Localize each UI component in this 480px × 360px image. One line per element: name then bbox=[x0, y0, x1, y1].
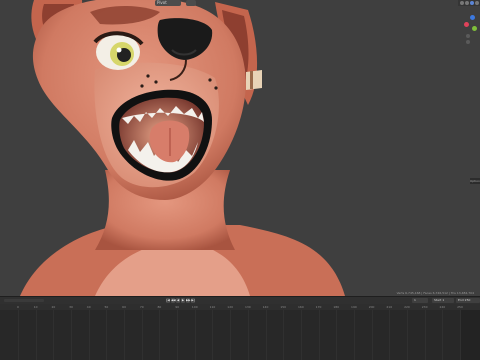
start-value: 1 bbox=[442, 298, 445, 302]
character-render bbox=[20, 0, 345, 296]
ear-ring-stripe bbox=[250, 71, 253, 89]
frame-gridline bbox=[53, 310, 55, 360]
frame-gridline bbox=[177, 310, 179, 360]
material-shading-button[interactable] bbox=[470, 1, 474, 5]
blender-window: Pivot Options Verts 6,745,168 | Faces 6,… bbox=[0, 0, 480, 360]
rendered-shading-button[interactable] bbox=[475, 1, 479, 5]
frame-gridline bbox=[71, 310, 73, 360]
play-icon[interactable]: ▶ bbox=[181, 298, 185, 303]
frame-gridline bbox=[389, 310, 391, 360]
gizmo-y-icon[interactable] bbox=[472, 26, 477, 31]
frame-gridline bbox=[265, 310, 267, 360]
frame-gridline bbox=[406, 310, 408, 360]
wireframe-shading-button[interactable] bbox=[460, 1, 464, 5]
frame-gridline bbox=[194, 310, 196, 360]
end-value: 250 bbox=[464, 298, 471, 302]
frame-gridline bbox=[124, 310, 126, 360]
navigation-gizmo[interactable] bbox=[462, 10, 480, 50]
frame-gridline bbox=[18, 310, 19, 360]
viewport-header: Pivot bbox=[0, 0, 480, 7]
frame-gridline bbox=[336, 310, 338, 360]
frame-gridline bbox=[460, 310, 461, 360]
end-frame-field[interactable]: End 250 bbox=[456, 298, 480, 303]
gizmo-z-icon[interactable] bbox=[470, 15, 475, 20]
frame-gridline bbox=[35, 310, 37, 360]
frame-gridline bbox=[318, 310, 320, 360]
frame-gridline bbox=[424, 310, 426, 360]
frame-gridline bbox=[442, 310, 444, 360]
options-tab[interactable]: Options bbox=[470, 178, 480, 184]
play-reverse-icon[interactable]: ◀ bbox=[176, 298, 180, 303]
shading-mode-group bbox=[458, 0, 480, 6]
scene-statistics: Verts 6,745,168 | Faces 6,746,512 | Tris… bbox=[396, 291, 474, 295]
frame-gridline bbox=[88, 310, 90, 360]
ear-ring-band bbox=[246, 70, 262, 90]
frame-gridline bbox=[300, 310, 302, 360]
frame-gridline bbox=[230, 310, 232, 360]
timeline-editor: |◀ ◀◀ ◀ ▶ ▶▶ ▶| 1 Start 1 End 250 0 10 20 30 40 50… bbox=[0, 296, 480, 360]
frame-gridline bbox=[353, 310, 355, 360]
zoom-icon[interactable] bbox=[466, 34, 470, 38]
pivot-dropdown[interactable]: Pivot bbox=[155, 0, 181, 6]
gizmo-x-icon[interactable] bbox=[464, 22, 469, 27]
start-frame-field[interactable]: Start 1 bbox=[432, 298, 454, 303]
timeline-header: |◀ ◀◀ ◀ ▶ ▶▶ ▶| 1 Start 1 End 250 bbox=[0, 296, 480, 304]
frame-gridline bbox=[283, 310, 285, 360]
frame-gridline bbox=[141, 310, 143, 360]
timeline-menus[interactable] bbox=[4, 299, 44, 302]
3d-viewport[interactable]: Pivot Options Verts 6,745,168 | Faces 6,… bbox=[0, 0, 480, 296]
timeline-body[interactable] bbox=[0, 310, 480, 360]
frame-gridline bbox=[371, 310, 373, 360]
step-back-icon[interactable]: ◀◀ bbox=[171, 298, 176, 303]
current-frame-field[interactable]: 1 bbox=[412, 298, 428, 303]
jump-end-icon[interactable]: ▶| bbox=[191, 298, 195, 303]
frame-gridline bbox=[212, 310, 214, 360]
start-label: Start bbox=[434, 298, 442, 302]
frame-gridline bbox=[247, 310, 249, 360]
snap-toggle[interactable] bbox=[186, 0, 196, 6]
frame-gridline bbox=[159, 310, 161, 360]
frame-gridline bbox=[106, 310, 108, 360]
end-label: End bbox=[458, 298, 464, 302]
pan-icon[interactable] bbox=[466, 40, 470, 44]
solid-shading-button[interactable] bbox=[465, 1, 469, 5]
step-forward-icon[interactable]: ▶▶ bbox=[186, 298, 191, 303]
jump-start-icon[interactable]: |◀ bbox=[166, 298, 170, 303]
out-of-range-area bbox=[460, 310, 480, 360]
